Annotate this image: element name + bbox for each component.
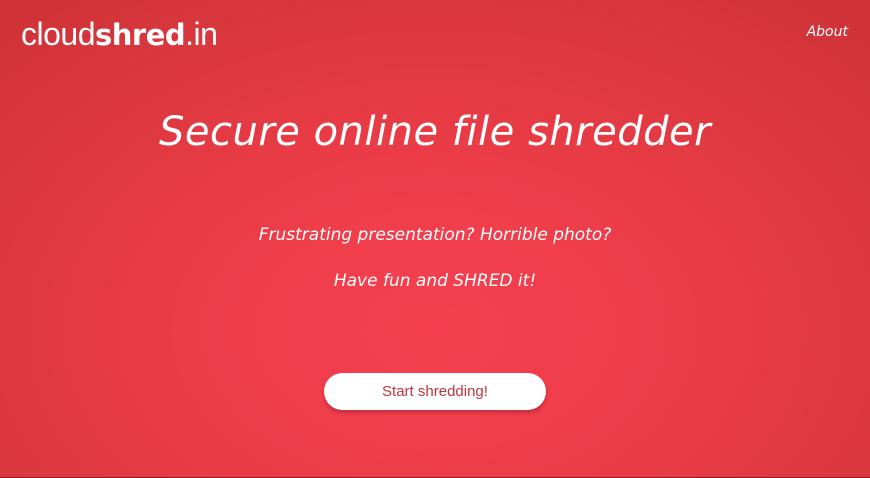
hero-tagline-2: Have fun and SHRED it! <box>333 271 537 291</box>
logo-text-tld: .in <box>185 16 218 52</box>
logo-text-shred: shred <box>95 18 186 52</box>
page-title: Secure online file shredder <box>158 109 712 155</box>
hero-tagline-1: Frustrating presentation? Horrible photo… <box>258 225 612 245</box>
site-logo[interactable]: cloudshred.in <box>21 12 218 58</box>
nav-link-about[interactable]: About <box>807 24 848 40</box>
start-shredding-button[interactable]: Start shredding! <box>324 373 546 410</box>
top-bar: cloudshred.in About <box>0 0 870 70</box>
logo-text-cloud: cloud <box>21 16 96 52</box>
